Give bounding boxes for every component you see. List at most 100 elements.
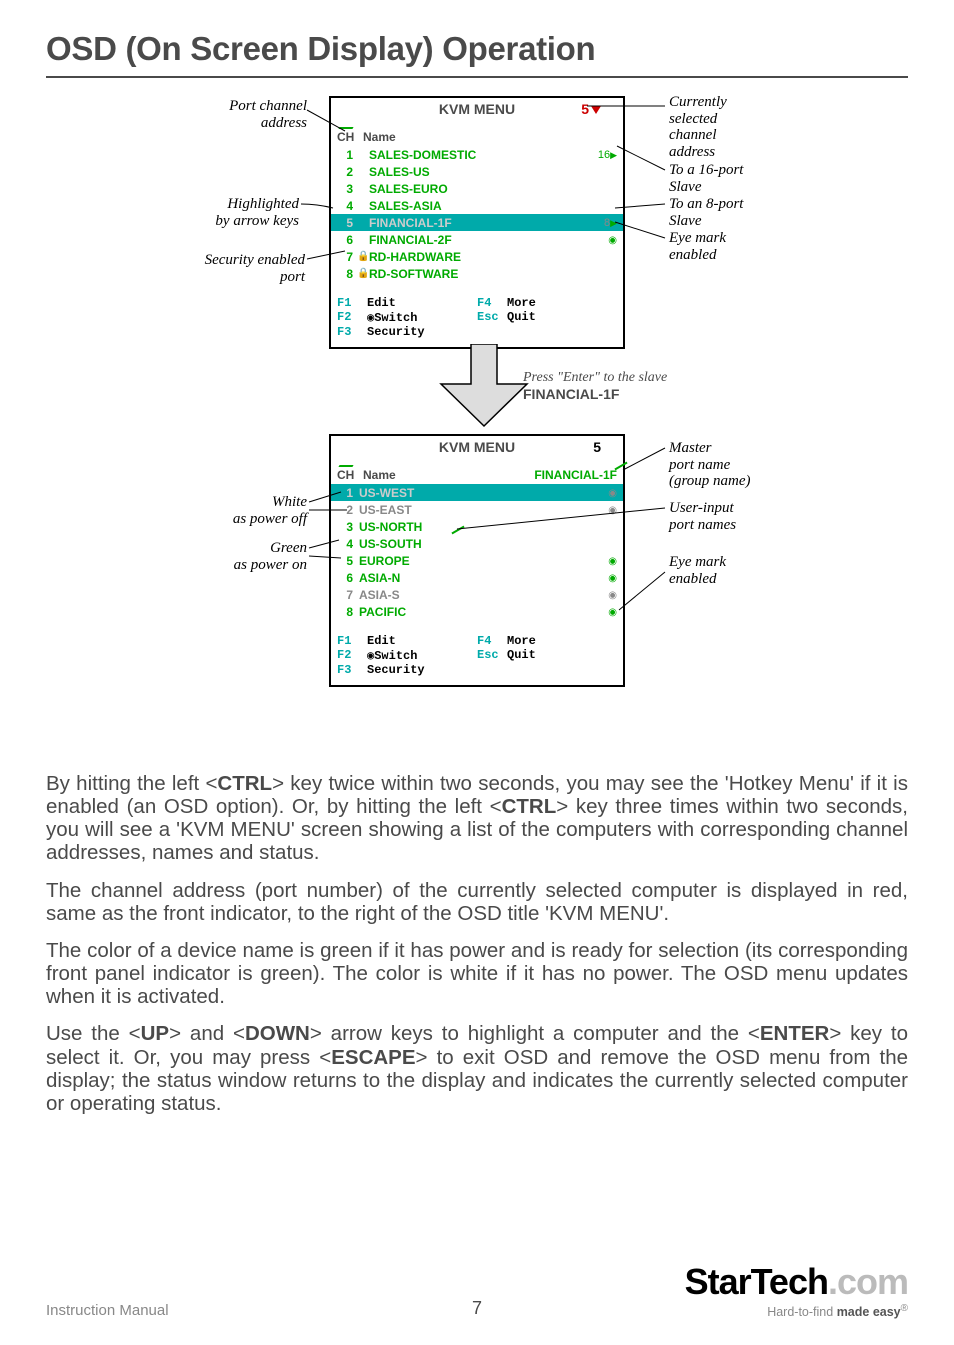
row-name: US-EAST [357, 503, 587, 517]
col-name: Name [363, 130, 617, 144]
row-ch: 5 [337, 554, 357, 568]
startech-logo: StarTech.com Hard-to-find made easy® [685, 1261, 908, 1319]
row-ch: 6 [337, 571, 357, 585]
esc-key: Esc [477, 310, 507, 325]
arrow-note-line1: Press "Enter" to the slave [523, 370, 667, 386]
arrow-note: Press "Enter" to the slave FINANCIAL-1F [523, 370, 667, 402]
f4-label: More [507, 296, 536, 310]
f3-label-2: Security [367, 663, 425, 677]
label-currently: Currently selected channel address [669, 94, 789, 160]
f4-label-2: More [507, 634, 536, 648]
row-indicator: ◉ [587, 234, 617, 246]
col-ch-2: CH [337, 468, 363, 482]
label-highlighted: Highlighted by arrow keys [189, 196, 299, 229]
page-title: OSD (On Screen Display) Operation [46, 30, 908, 68]
instruction-manual-label: Instruction Manual [46, 1302, 169, 1319]
lock-icon: 🔒 [357, 268, 367, 279]
row-name: EUROPE [357, 554, 587, 568]
table-row: 6ASIA-N◉ [331, 569, 623, 586]
label-user-input: User-input port names [669, 500, 809, 533]
esc-key-2: Esc [477, 648, 507, 663]
row-ch: 2 [337, 503, 357, 517]
f1-label-2: Edit [367, 634, 396, 648]
column-headers: CH Name [331, 128, 623, 146]
row-indicator: 8▶ [587, 217, 617, 229]
table-row: 8🔒RD-SOFTWARE [331, 265, 623, 282]
table-row: 5 FINANCIAL-1F8▶ [331, 214, 623, 231]
label-master: Master port name (group name) [669, 440, 809, 490]
row-name: FINANCIAL-1F [367, 216, 587, 230]
table-row: 1SALES-DOMESTIC16▶ [331, 146, 623, 163]
row-name: FINANCIAL-2F [367, 233, 587, 247]
current-channel-2: 5 [593, 439, 601, 455]
row-ch: 4 [337, 537, 357, 551]
row-indicator: ◉ [587, 572, 617, 584]
body-text: By hitting the left <CTRL> key twice wit… [46, 772, 908, 1115]
col-name-2: Name [363, 468, 534, 482]
row-name: PACIFIC [357, 605, 587, 619]
paragraph-3: The color of a device name is green if i… [46, 939, 908, 1008]
paragraph-2: The channel address (port number) of the… [46, 879, 908, 925]
table-row: 4US-SOUTH [331, 535, 623, 552]
table-row: 8PACIFIC◉ [331, 603, 623, 620]
title-rule [46, 76, 908, 78]
f2-key-2: F2 [337, 648, 367, 663]
f3-label: Security [367, 325, 425, 339]
row-indicator: ◉ [587, 487, 617, 499]
row-name: SALES-DOMESTIC [367, 148, 587, 162]
f1-label: Edit [367, 296, 396, 310]
big-arrow-icon [437, 344, 537, 430]
row-ch: 4 [337, 199, 357, 213]
kvm-menu-title: KVM MENU 5 [331, 98, 623, 120]
row-name: ASIA-S [357, 588, 587, 602]
label-white-off: White as power off [199, 494, 307, 527]
row-indicator: 16▶ [587, 149, 617, 161]
logo-tech: Tech [751, 1261, 828, 1302]
table-row: 3SALES-EURO [331, 180, 623, 197]
lock-icon: 🔒 [357, 251, 367, 262]
f2-label: ◉Switch [367, 310, 417, 325]
f3-key-2: F3 [337, 663, 367, 677]
arrow-note-line2: FINANCIAL-1F [523, 386, 667, 402]
f4-key: F4 [477, 296, 507, 310]
label-security: Security enabled port [165, 252, 305, 285]
row-ch: 6 [337, 233, 357, 247]
label-to-16: To a 16-port Slave [669, 162, 799, 195]
label-port-channel: Port channel address [197, 98, 307, 131]
table-row: 2SALES-US [331, 163, 623, 180]
esc-label: Quit [507, 310, 536, 325]
kvm-menu-title-2: KVM MENU 5 [331, 436, 623, 458]
col-ch: CH [337, 130, 363, 144]
logo-tagline: Hard-to-find made easy® [685, 1303, 908, 1319]
table-row: 7ASIA-S◉ [331, 586, 623, 603]
row-name: US-WEST [357, 486, 587, 500]
row-ch: 5 [337, 216, 357, 230]
f4-key-2: F4 [477, 634, 507, 648]
row-ch: 1 [337, 486, 357, 500]
row-ch: 2 [337, 165, 357, 179]
kvm-title-text-2: KVM MENU [439, 439, 515, 455]
label-eye-mark-1: Eye mark enabled [669, 230, 799, 263]
kvm-menu-top: KVM MENU 5 CH Name 1SALES-DOMESTIC16▶2SA… [329, 96, 625, 349]
f2-label-2: ◉Switch [367, 648, 417, 663]
table-row: 4 SALES-ASIA [331, 197, 623, 214]
row-name: RD-SOFTWARE [367, 267, 587, 281]
paragraph-4: Use the <UP> and <DOWN> arrow keys to hi… [46, 1022, 908, 1115]
logo-star: Star [685, 1261, 751, 1302]
row-name: SALES-EURO [367, 182, 587, 196]
function-keys-2: F1Edit F4More F2◉Switch EscQuit F3Securi… [331, 628, 623, 685]
logo-com: .com [828, 1261, 908, 1302]
f1-key: F1 [337, 296, 367, 310]
table-row: 1US-WEST◉ [331, 484, 623, 501]
table-row: 7🔒RD-HARDWARE [331, 248, 623, 265]
table-row: 3US-NORTH [331, 518, 623, 535]
table-row: 5EUROPE◉ [331, 552, 623, 569]
row-ch: 7 [337, 250, 357, 264]
row-ch: 7 [337, 588, 357, 602]
function-keys: F1Edit F4More F2◉Switch EscQuit F3Securi… [331, 290, 623, 347]
kvm-title-text: KVM MENU [439, 101, 515, 117]
row-name: RD-HARDWARE [367, 250, 587, 264]
kvm-menu-bottom: KVM MENU 5 CH Name FINANCIAL-1F 1US-WEST… [329, 434, 625, 687]
row-name: SALES-ASIA [367, 199, 587, 213]
row-ch: 3 [337, 520, 357, 534]
